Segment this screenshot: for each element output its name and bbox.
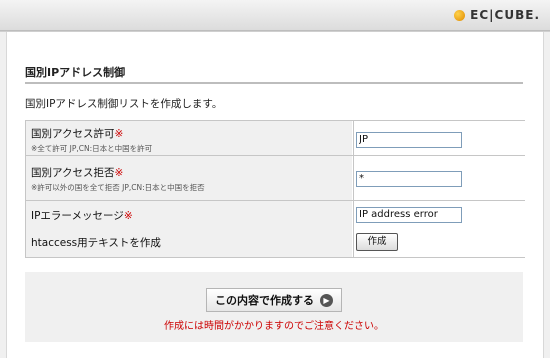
header-divider [0,31,550,32]
logo-text: EC|CUBE. [470,8,540,22]
allow-countries-hint: ※全て許可 JP,CN:日本と中国を許可 [31,144,153,153]
right-frame [543,32,550,358]
deny-countries-label: 国別アクセス拒否※ [31,167,124,179]
allow-countries-label: 国別アクセス許可※ [31,128,124,140]
title-underline [25,82,523,84]
input-cell: 作成 [353,228,525,257]
input-cell [353,201,525,228]
table-row: IPエラーメッセージ※ [26,201,525,228]
ip-error-message-label: IPエラーメッセージ※ [31,210,133,222]
required-mark: ※ [114,167,124,179]
table-row: htaccess用テキストを作成 作成 [26,228,525,257]
top-header: EC|CUBE. [0,0,550,31]
create-submit-button[interactable]: この内容で作成する ▶ [206,288,342,312]
action-area: この内容で作成する ▶ 作成には時間がかかりますのでご注意ください。 [25,272,523,342]
left-frame [0,32,7,358]
table-row: 国別アクセス許可※ ※全て許可 JP,CN:日本と中国を許可 [26,121,525,155]
page-title: 国別IPアドレス制御 [25,66,126,79]
deny-countries-hint: ※許可以外の国を全て拒否 JP,CN:日本と中国を拒否 [31,183,205,192]
allow-countries-input[interactable] [356,132,462,148]
arrow-right-circle-icon: ▶ [320,293,333,307]
deny-countries-input[interactable] [356,171,462,187]
input-cell [353,156,525,200]
table-row: 国別アクセス拒否※ ※許可以外の国を全て拒否 JP,CN:日本と中国を拒否 [26,156,525,200]
htaccess-label: htaccess用テキストを作成 [31,237,161,249]
create-htaccess-button[interactable]: 作成 [356,233,398,251]
intro-text: 国別IPアドレス制御リストを作成します。 [25,98,223,110]
label-cell: 国別アクセス拒否※ ※許可以外の国を全て拒否 JP,CN:日本と中国を拒否 [26,156,352,200]
label-cell: 国別アクセス許可※ ※全て許可 JP,CN:日本と中国を許可 [26,121,352,155]
input-cell [353,121,525,155]
label-cell: htaccess用テキストを作成 [26,228,352,257]
ip-error-message-input[interactable] [356,207,462,223]
settings-form-table: 国別アクセス許可※ ※全て許可 JP,CN:日本と中国を許可 国別アクセス拒否※… [25,120,525,258]
notice-text: 作成には時間がかかりますのでご注意ください。 [164,321,384,332]
submit-button-label: この内容で作成する [215,294,314,307]
logo-mark-icon [454,9,466,21]
label-cell: IPエラーメッセージ※ [26,201,352,228]
required-mark: ※ [114,128,124,140]
eccube-logo: EC|CUBE. [454,7,540,23]
required-mark: ※ [123,210,133,222]
